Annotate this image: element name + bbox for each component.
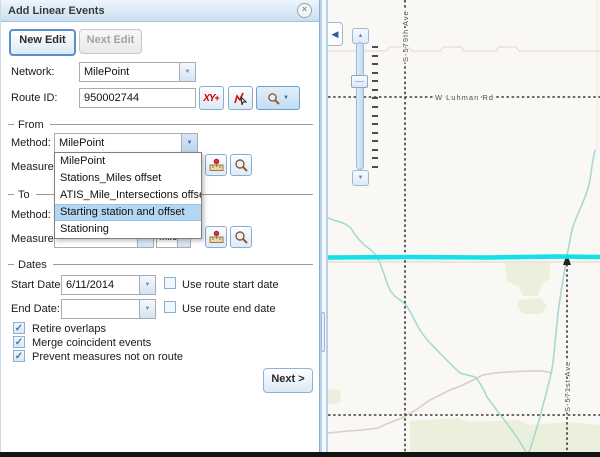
method-dropdown-list: MilePoint Stations_Miles offset ATIS_Mil… — [54, 152, 202, 239]
to-measure-label: Measure: — [11, 233, 57, 245]
plus-icon: + — [215, 93, 220, 103]
arrow-up-icon: ▲ — [358, 33, 364, 39]
next-edit-button: Next Edit — [79, 29, 142, 54]
vegetation-area — [328, 389, 341, 404]
vegetation-area — [517, 298, 547, 314]
zoom-slider-ticks — [372, 46, 379, 168]
road-label-s-579th: S-579th Ave — [401, 10, 410, 62]
add-linear-events-panel: Add Linear Events × New Edit Next Edit N… — [0, 0, 320, 452]
dropdown-item[interactable]: Stationing — [55, 221, 201, 238]
use-route-end-date-checkbox[interactable] — [164, 301, 176, 313]
vegetation-area — [505, 263, 550, 296]
from-method-value: MilePoint — [55, 134, 181, 152]
xy-icon: XY — [203, 93, 214, 104]
splitter-grip-handle[interactable] — [321, 312, 325, 352]
route-id-label: Route ID: — [11, 92, 57, 104]
from-measure-search-button[interactable] — [230, 154, 252, 176]
zoom-slider-track[interactable] — [356, 42, 364, 170]
selected-route-highlight — [328, 257, 600, 258]
from-locate-measure-button[interactable] — [205, 154, 227, 176]
from-measure-label: Measure: — [11, 161, 57, 173]
zoom-out-button[interactable]: ▼ — [352, 170, 369, 186]
retire-overlaps-label: Retire overlaps — [32, 323, 106, 335]
new-edit-button[interactable]: New Edit — [9, 29, 76, 56]
map-viewport[interactable]: W Luhman Rd S-579th Ave S-571st Ave ◀ ▲ … — [328, 0, 600, 452]
panel-title: Add Linear Events — [8, 5, 105, 17]
use-route-start-date-checkbox[interactable] — [164, 277, 176, 289]
route-search-dropdown-button[interactable]: ▼ — [256, 86, 300, 110]
next-button[interactable]: Next > — [263, 368, 313, 393]
search-icon — [267, 92, 280, 105]
start-date-label: Start Date: — [11, 279, 64, 291]
measure-ruler-icon — [209, 230, 224, 245]
chevron-down-icon[interactable]: ▼ — [181, 134, 197, 152]
collapse-panel-button[interactable]: ◀ — [328, 22, 343, 46]
end-date-select[interactable]: ▼ — [61, 299, 156, 319]
use-route-end-date-label: Use route end date — [182, 303, 276, 315]
route-id-input[interactable] — [79, 88, 196, 108]
dropdown-item[interactable]: ATIS_Mile_Intersections offset — [55, 187, 201, 204]
to-locate-measure-button[interactable] — [205, 226, 227, 248]
window-bottom-border — [0, 452, 600, 457]
end-date-value — [62, 300, 139, 318]
start-date-select[interactable]: 6/11/2014 ▼ — [61, 275, 156, 295]
dates-section-legend: Dates — [8, 258, 313, 271]
prevent-measures-checkbox[interactable]: ✓ — [13, 350, 25, 362]
search-icon — [234, 230, 248, 244]
chevron-down-icon[interactable]: ▼ — [139, 276, 155, 294]
use-route-start-date-label: Use route start date — [182, 279, 279, 291]
search-icon — [234, 158, 248, 172]
network-value: MilePoint — [80, 63, 179, 81]
dropdown-item[interactable]: MilePoint — [55, 153, 201, 170]
prevent-measures-label: Prevent measures not on route — [32, 351, 183, 363]
retire-overlaps-checkbox[interactable]: ✓ — [13, 322, 25, 334]
chevron-down-icon[interactable]: ▼ — [179, 63, 195, 81]
to-measure-search-button[interactable] — [230, 226, 252, 248]
to-method-label: Method: — [11, 209, 51, 221]
parcel-boundary-line — [328, 47, 600, 51]
panel-titlebar: Add Linear Events × — [1, 0, 319, 22]
panel-map-splitter[interactable] — [320, 0, 328, 452]
collapse-left-icon: ◀ — [332, 29, 339, 40]
road-label-w-luhman: W Luhman Rd — [435, 93, 494, 102]
stream-line — [328, 218, 526, 452]
dropdown-item-selected[interactable]: Starting station and offset — [55, 204, 201, 221]
map-canvas: W Luhman Rd S-579th Ave S-571st Ave — [328, 0, 600, 452]
merge-coincident-events-checkbox[interactable]: ✓ — [13, 336, 25, 348]
zoom-slider-handle[interactable] — [351, 75, 368, 88]
chevron-down-icon[interactable]: ▼ — [139, 300, 155, 318]
vegetation-area — [410, 418, 600, 452]
road-label-s-571st: S-571st Ave — [563, 361, 572, 412]
from-method-label: Method: — [11, 137, 51, 149]
network-select[interactable]: MilePoint ▼ — [79, 62, 196, 82]
merge-coincident-events-label: Merge coincident events — [32, 337, 151, 349]
from-section-legend: From — [8, 118, 313, 131]
end-date-label: End Date: — [11, 303, 60, 315]
app-window: Add Linear Events × New Edit Next Edit N… — [0, 0, 600, 457]
start-date-value: 6/11/2014 — [62, 276, 139, 294]
from-method-select[interactable]: MilePoint ▼ — [54, 133, 198, 153]
chevron-down-icon: ▼ — [283, 95, 289, 101]
close-icon[interactable]: × — [297, 3, 312, 18]
arrow-down-icon: ▼ — [358, 175, 364, 181]
measure-ruler-icon — [209, 158, 224, 173]
dropdown-item[interactable]: Stations_Miles offset — [55, 170, 201, 187]
select-route-icon — [233, 91, 248, 106]
select-route-on-map-button[interactable] — [228, 86, 253, 110]
xy-coordinates-button[interactable]: XY+ — [199, 86, 224, 110]
network-label: Network: — [11, 66, 54, 78]
